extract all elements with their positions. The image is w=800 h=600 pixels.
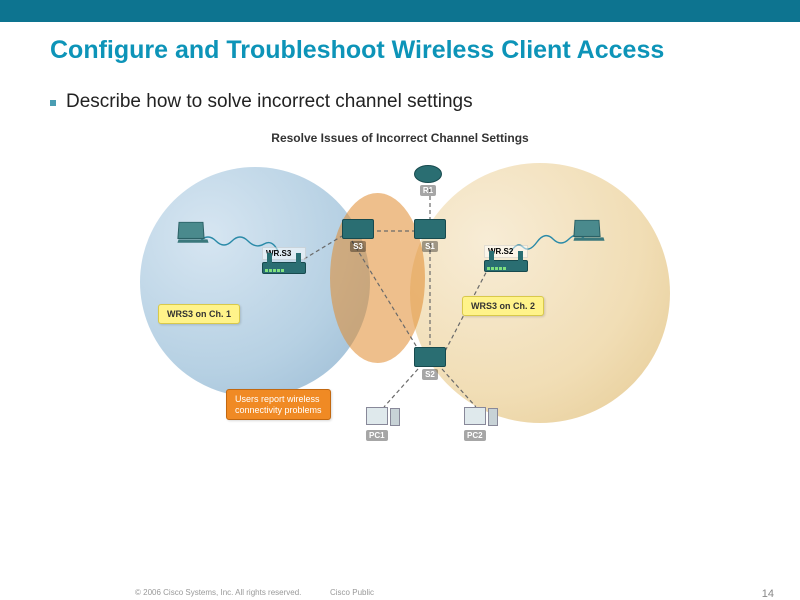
pc-icon (366, 407, 388, 425)
network-diagram: Resolve Issues of Incorrect Channel Sett… (130, 131, 670, 451)
footer-copyright: © 2006 Cisco Systems, Inc. All rights re… (135, 588, 301, 597)
problem-callout: Users report wireless connectivity probl… (226, 389, 331, 421)
page-number: 14 (762, 588, 774, 600)
switch-s1: S1 (414, 219, 446, 252)
coverage-circle-right (410, 163, 670, 423)
bullet-item: Describe how to solve incorrect channel … (0, 65, 800, 113)
switch-icon (414, 347, 446, 367)
callout-line2: connectivity problems (235, 405, 322, 415)
device-label: S2 (422, 369, 438, 380)
callout-line1: Users report wireless (235, 394, 320, 404)
device-label: PC2 (464, 430, 486, 441)
pc-icon (464, 407, 486, 425)
tag-text: WRS3 on Ch. 2 (471, 301, 535, 311)
top-accent-bar (0, 0, 800, 22)
device-label: PC1 (366, 430, 388, 441)
channel-tag-left: WRS3 on Ch. 1 (158, 304, 240, 324)
switch-s3: S3 (342, 219, 374, 252)
laptop-icon (573, 220, 600, 237)
wireless-router-icon (262, 262, 306, 274)
footer-classification: Cisco Public (330, 588, 374, 597)
bullet-square-icon (50, 100, 56, 106)
channel-tag-right: WRS3 on Ch. 2 (462, 296, 544, 316)
device-label: S1 (422, 241, 438, 252)
router-icon (414, 165, 442, 183)
switch-s2: S2 (414, 347, 446, 380)
tag-text: WRS3 on Ch. 1 (167, 309, 231, 319)
laptop-left (178, 221, 208, 244)
page-title: Configure and Troubleshoot Wireless Clie… (0, 22, 800, 65)
wireless-router-wrs3: WR.S3 (262, 247, 306, 274)
laptop-right (574, 219, 604, 242)
wireless-router-wrs2: WR.S2 (484, 245, 528, 272)
diagram-title: Resolve Issues of Incorrect Channel Sett… (271, 131, 528, 145)
device-label: R1 (420, 185, 436, 196)
device-label: S3 (350, 241, 366, 252)
switch-icon (414, 219, 446, 239)
router-r1: R1 (414, 165, 442, 196)
pc-pc2: PC2 (464, 407, 486, 443)
pc-pc1: PC1 (366, 407, 388, 443)
laptop-icon (177, 222, 204, 239)
wireless-router-icon (484, 260, 528, 272)
switch-icon (342, 219, 374, 239)
bullet-text: Describe how to solve incorrect channel … (66, 91, 473, 113)
